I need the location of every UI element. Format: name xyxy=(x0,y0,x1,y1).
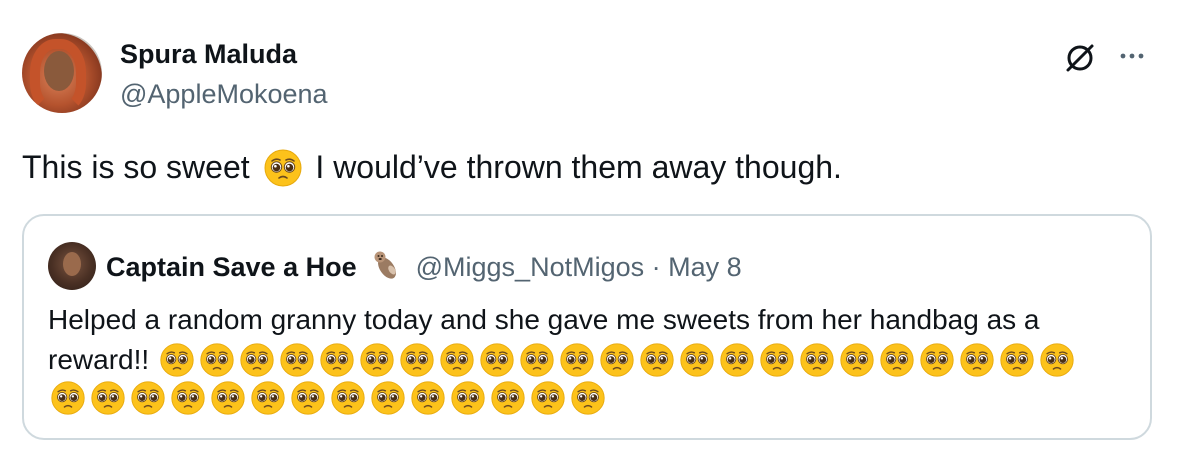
pleading-face-emoji-icon xyxy=(399,342,435,378)
author-handle[interactable]: @AppleMokoena xyxy=(120,78,328,110)
grok-icon[interactable] xyxy=(1062,40,1098,76)
pleading-face-emoji-icon xyxy=(210,380,246,416)
pleading-face-emoji-icon xyxy=(239,342,275,378)
more-options-icon[interactable] xyxy=(1118,42,1146,70)
pleading-face-emoji-icon xyxy=(599,342,635,378)
pleading-face-emoji-icon xyxy=(679,342,715,378)
pleading-face-emoji-icon xyxy=(50,380,86,416)
pleading-face-emoji-icon xyxy=(759,342,795,378)
author-name[interactable]: Spura Maluda xyxy=(120,38,297,70)
pleading-face-emoji-icon xyxy=(263,148,303,188)
quoted-separator: · xyxy=(651,252,661,282)
avatar-face xyxy=(44,51,74,91)
tweet-text-after: I would’ve thrown them away though. xyxy=(315,149,842,185)
pleading-face-emoji-icon xyxy=(490,380,526,416)
pleading-face-emoji-icon xyxy=(159,342,195,378)
author-avatar[interactable] xyxy=(22,33,102,113)
quoted-tweet-date[interactable]: May 8 xyxy=(668,252,742,282)
pleading-face-emoji-icon xyxy=(359,342,395,378)
pleading-face-emoji-icon xyxy=(450,380,486,416)
pleading-face-emoji-icon xyxy=(90,380,126,416)
pleading-face-emoji-icon xyxy=(290,380,326,416)
tweet-text: This is so sweet I would’ve thrown them … xyxy=(22,146,842,190)
quoted-tweet-text: Helped a random granny today and she gav… xyxy=(48,300,1138,380)
quoted-tweet-header: Captain Save a Hoe @Miggs_NotMigos · May… xyxy=(106,248,742,284)
pleading-face-emoji-icon xyxy=(479,342,515,378)
pleading-face-emoji-icon xyxy=(639,342,675,378)
pleading-face-emoji-icon xyxy=(959,342,995,378)
quoted-author-handle[interactable]: @Miggs_NotMigos xyxy=(416,252,645,282)
pleading-face-emoji-icon xyxy=(519,342,555,378)
pleading-face-emoji-icon xyxy=(199,342,235,378)
pleading-face-emoji-icon xyxy=(410,380,446,416)
pleading-face-emoji-icon xyxy=(170,380,206,416)
pleading-face-emoji-icon xyxy=(999,342,1035,378)
pleading-face-emoji-icon xyxy=(439,342,475,378)
pleading-face-emoji-icon xyxy=(319,342,355,378)
tweet-text-before: This is so sweet xyxy=(22,149,250,185)
quoted-author-name[interactable]: Captain Save a Hoe xyxy=(106,252,357,282)
quoted-emoji-line1 xyxy=(157,344,1077,375)
pleading-face-emoji-icon xyxy=(839,342,875,378)
pleading-face-emoji-icon xyxy=(130,380,166,416)
quoted-emoji-line2 xyxy=(48,380,608,420)
pleading-face-emoji-icon xyxy=(1039,342,1075,378)
pleading-face-emoji-icon xyxy=(370,380,406,416)
quoted-author-avatar[interactable] xyxy=(48,242,96,290)
pleading-face-emoji-icon xyxy=(530,380,566,416)
pleading-face-emoji-icon xyxy=(879,342,915,378)
pleading-face-emoji-icon xyxy=(799,342,835,378)
quoted-tweet-card[interactable]: Captain Save a Hoe @Miggs_NotMigos · May… xyxy=(22,214,1152,440)
pleading-face-emoji-icon xyxy=(279,342,315,378)
pleading-face-emoji-icon xyxy=(570,380,606,416)
otter-emoji-icon xyxy=(374,251,397,279)
pleading-face-emoji-icon xyxy=(250,380,286,416)
quoted-avatar-face xyxy=(63,252,81,276)
pleading-face-emoji-icon xyxy=(719,342,755,378)
pleading-face-emoji-icon xyxy=(330,380,366,416)
pleading-face-emoji-icon xyxy=(559,342,595,378)
pleading-face-emoji-icon xyxy=(919,342,955,378)
